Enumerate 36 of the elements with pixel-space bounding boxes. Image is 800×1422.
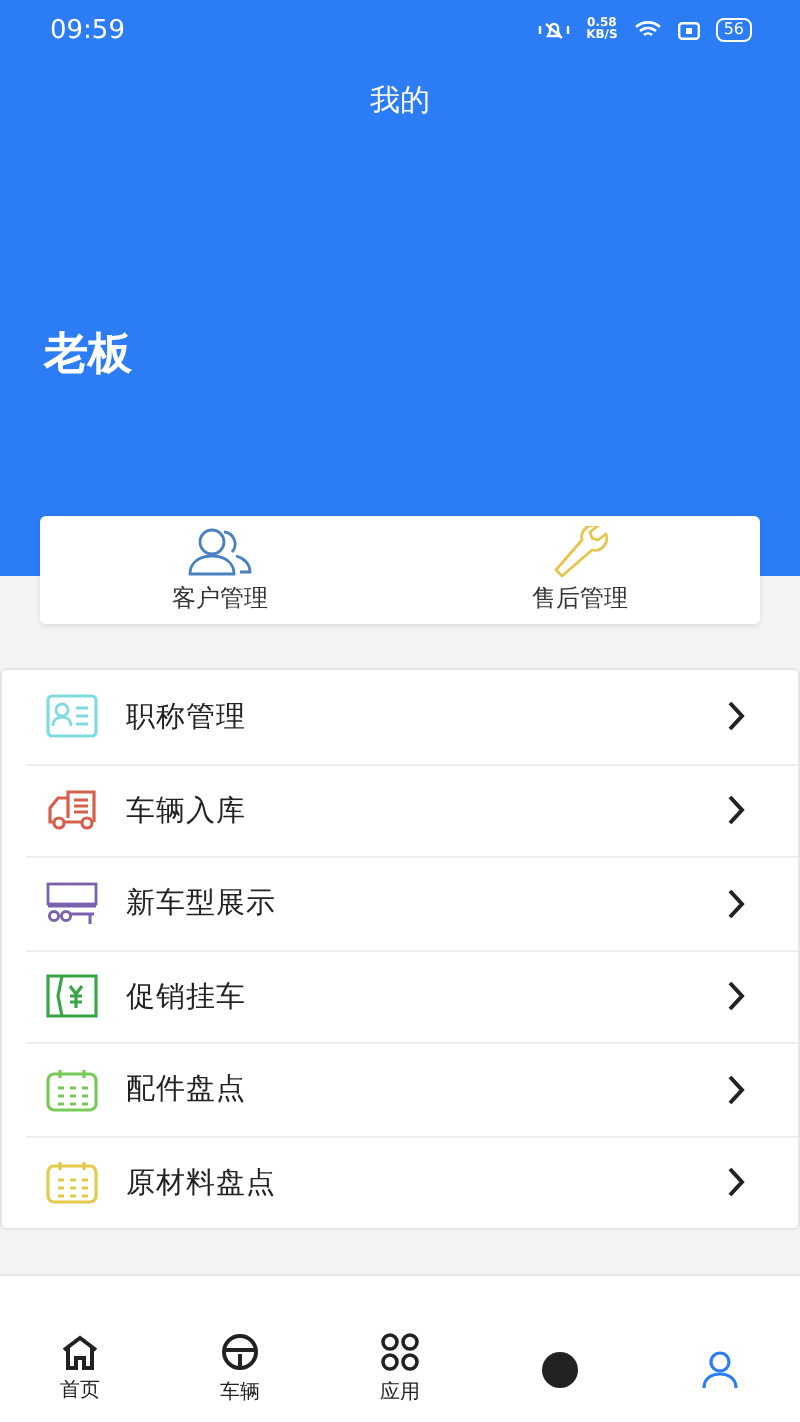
chevron-icon	[726, 794, 746, 827]
status-time: 09:59	[50, 15, 125, 45]
users-icon	[184, 525, 256, 577]
coupon-icon	[46, 974, 98, 1019]
wifi-icon	[633, 20, 662, 40]
tab[interactable]: 首页	[0, 1334, 160, 1404]
home-icon	[60, 1334, 100, 1370]
apps-icon	[380, 1332, 420, 1372]
chevron-icon	[726, 980, 746, 1013]
menu-item[interactable]: 新车型展示	[26, 856, 798, 949]
chevron-icon	[726, 1166, 746, 1199]
menu-item[interactable]: 原材料盘点	[26, 1135, 798, 1228]
chevron-icon	[726, 700, 746, 733]
battery-level: 56	[715, 18, 752, 42]
chevron-icon	[726, 1073, 746, 1106]
tab[interactable]: 车辆	[160, 1332, 320, 1406]
quick-action[interactable]: 售后管理	[400, 516, 760, 624]
mute-icon	[538, 20, 571, 40]
page-title: 我的	[370, 81, 430, 119]
chevron-icon	[726, 887, 746, 920]
id-card-icon	[46, 694, 98, 739]
menu-item[interactable]: 职称管理	[26, 670, 798, 763]
screen-icon	[677, 21, 700, 39]
calendar-icon	[46, 1160, 98, 1205]
person-icon	[700, 1349, 740, 1389]
menu-item[interactable]: 配件盘点	[26, 1042, 798, 1135]
steering-wheel-icon	[220, 1332, 260, 1372]
calendar-icon	[46, 1067, 98, 1112]
user-name: 老板	[44, 328, 132, 384]
tab[interactable]: 应用	[320, 1332, 480, 1406]
menu-item[interactable]: 车辆入库	[26, 763, 798, 856]
truck-icon	[46, 788, 98, 833]
new-trailer-icon	[46, 881, 98, 926]
circle-icon	[540, 1349, 580, 1389]
menu-item[interactable]: 促销挂车	[26, 949, 798, 1042]
quick-action[interactable]: 客户管理	[40, 516, 400, 624]
